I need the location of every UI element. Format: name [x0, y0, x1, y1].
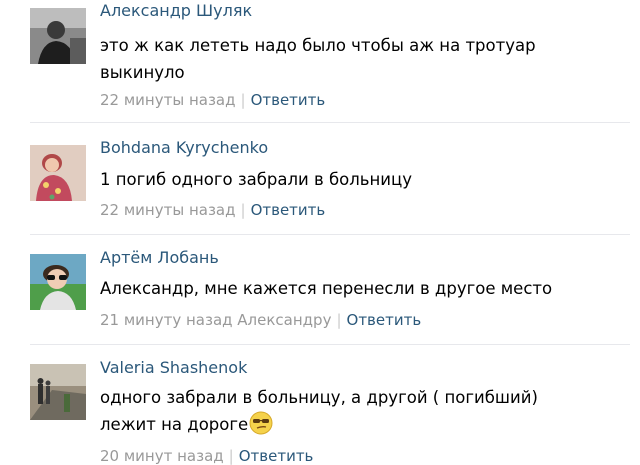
comment-item: Александр Шуляк это ж как лететь надо бы…	[0, 0, 630, 120]
reply-link[interactable]: Ответить	[251, 91, 326, 109]
comment-divider	[30, 344, 630, 345]
comment-meta: 20 минут назад | Ответить	[100, 447, 313, 465]
smirk-glasses-emoji-icon	[249, 411, 273, 435]
comment-author[interactable]: Александр Шуляк	[100, 1, 252, 20]
comment-text: 1 погиб одного забрали в больницу	[100, 170, 413, 189]
meta-separator: |	[336, 311, 342, 329]
avatar[interactable]	[30, 364, 86, 420]
comment-time[interactable]: 21 минуту назад Александру	[100, 311, 331, 329]
meta-separator: |	[240, 91, 246, 109]
reply-link[interactable]: Ответить	[239, 447, 314, 465]
reply-link[interactable]: Ответить	[251, 201, 326, 219]
reply-link[interactable]: Ответить	[347, 311, 422, 329]
comment-text: Александр, мне кажется перенесли в друго…	[100, 279, 553, 298]
comment-author[interactable]: Valeria Shashenok	[100, 358, 247, 377]
avatar[interactable]	[30, 145, 86, 201]
comment-author[interactable]: Bohdana Kyrychenko	[100, 138, 268, 157]
comment-text-body: одного забрали в больницу, а другой ( по…	[100, 388, 538, 434]
comment-meta: 21 минуту назад Александру | Ответить	[100, 311, 421, 329]
meta-separator: |	[228, 447, 234, 465]
comment-divider	[30, 122, 630, 123]
comment-text: одного забрали в больницу, а другой ( по…	[100, 384, 570, 438]
comment-divider	[30, 234, 630, 235]
comment-author[interactable]: Артём Лобань	[100, 248, 219, 267]
comment-time[interactable]: 22 минуты назад	[100, 201, 236, 219]
meta-separator: |	[240, 201, 246, 219]
comment-meta: 22 минуты назад | Ответить	[100, 91, 325, 109]
comment-item: Valeria Shashenok одного забрали в больн…	[0, 350, 630, 465]
comment-time[interactable]: 22 минуты назад	[100, 91, 236, 109]
avatar[interactable]	[30, 8, 86, 64]
comment-time[interactable]: 20 минут назад	[100, 447, 224, 465]
comment-item: Артём Лобань Александр, мне кажется пере…	[0, 240, 630, 340]
comment-text: это ж как лететь надо было чтобы аж на т…	[100, 36, 536, 82]
comment-item: Bohdana Kyrychenko 1 погиб одного забрал…	[0, 130, 630, 230]
avatar[interactable]	[30, 254, 86, 310]
comment-meta: 22 минуты назад | Ответить	[100, 201, 325, 219]
